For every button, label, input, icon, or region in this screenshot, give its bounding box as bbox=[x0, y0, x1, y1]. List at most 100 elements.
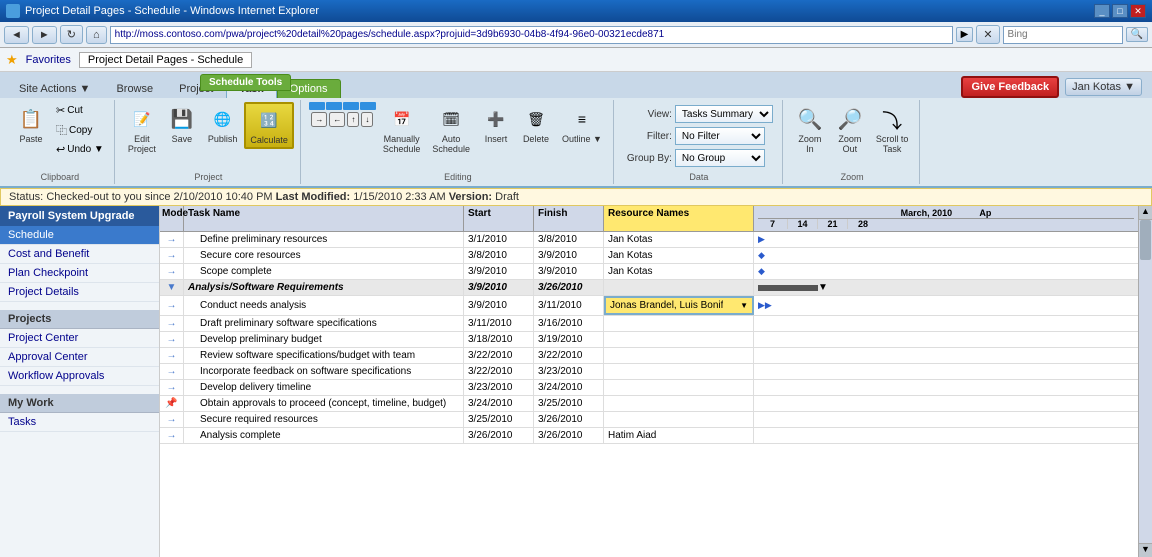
vertical-scrollbar[interactable]: ▲ ▼ bbox=[1138, 206, 1152, 557]
manually-schedule-button[interactable]: 📅 ManuallySchedule bbox=[378, 102, 426, 157]
cell-task-0[interactable]: Define preliminary resources bbox=[184, 232, 464, 247]
insert-button[interactable]: ➕ Insert bbox=[477, 102, 515, 147]
user-menu-button[interactable]: Jan Kotas ▼ bbox=[1065, 78, 1142, 96]
search-go-button[interactable]: 🔍 bbox=[1126, 27, 1148, 42]
scroll-to-task-icon: ⤵ bbox=[878, 105, 906, 133]
cell-finish-7: 3/22/2010 bbox=[534, 348, 604, 363]
sidebar-item-project-center[interactable]: Project Center bbox=[0, 329, 159, 348]
paste-button[interactable]: 📋 Paste bbox=[12, 102, 50, 147]
scroll-to-task-button[interactable]: ⤵ Scroll toTask bbox=[871, 102, 914, 157]
stop-button[interactable]: ✕ bbox=[976, 25, 999, 44]
back-button[interactable]: ◄ bbox=[4, 26, 29, 44]
cell-mode-5: → bbox=[160, 316, 184, 331]
cell-finish-5: 3/16/2010 bbox=[534, 316, 604, 331]
cell-task-9[interactable]: Develop delivery timeline bbox=[184, 380, 464, 395]
cell-task-5[interactable]: Draft preliminary software specification… bbox=[184, 316, 464, 331]
sidebar-item-tasks[interactable]: Tasks bbox=[0, 413, 159, 432]
cell-mode-0: → bbox=[160, 232, 184, 247]
tab-site-actions[interactable]: Site Actions ▼ bbox=[6, 79, 103, 98]
sidebar-item-approval-center[interactable]: Approval Center bbox=[0, 348, 159, 367]
col-header-resource[interactable]: Resource Names bbox=[604, 206, 754, 231]
clipboard-items: 📋 Paste ✂ Cut ⿻ Copy ↩ Undo ▼ bbox=[12, 102, 108, 170]
cell-task-11[interactable]: Secure required resources bbox=[184, 412, 464, 427]
filter-select[interactable]: No Filter bbox=[675, 127, 765, 145]
close-button[interactable]: ✕ bbox=[1130, 4, 1146, 18]
col-header-task[interactable]: Task Name bbox=[184, 206, 464, 231]
cell-task-12[interactable]: Analysis complete bbox=[184, 428, 464, 443]
move-down-button[interactable]: ↓ bbox=[361, 112, 373, 127]
cell-gantt-3: ▼ bbox=[754, 280, 1152, 295]
scroll-thumb[interactable] bbox=[1140, 220, 1151, 260]
zoom-in-button[interactable]: 🔍 ZoomIn bbox=[791, 102, 829, 157]
paste-icon: 📋 bbox=[17, 105, 45, 133]
cell-task-3[interactable]: Analysis/Software Requirements bbox=[184, 280, 464, 295]
indent-button[interactable]: → bbox=[311, 112, 327, 127]
outdent-button[interactable]: ← bbox=[329, 112, 345, 127]
view-select[interactable]: Tasks Summary bbox=[675, 105, 773, 123]
outline-button[interactable]: ≡ Outline ▼ bbox=[557, 102, 607, 147]
table-row: → Review software specifications/budget … bbox=[160, 348, 1152, 364]
table-row: → Scope complete 3/9/2010 3/9/2010 Jan K… bbox=[160, 264, 1152, 280]
tab-item[interactable]: Project Detail Pages - Schedule bbox=[79, 52, 252, 68]
table-row: → Draft preliminary software specificati… bbox=[160, 316, 1152, 332]
sidebar-item-schedule[interactable]: Schedule bbox=[0, 226, 159, 245]
clipboard-col: ✂ Cut ⿻ Copy ↩ Undo ▼ bbox=[52, 102, 108, 158]
save-button[interactable]: 💾 Save bbox=[163, 102, 201, 147]
refresh-button[interactable]: ↻ bbox=[60, 25, 83, 44]
calculate-button[interactable]: 🔢 Calculate bbox=[244, 102, 294, 149]
table-row: 📌 Obtain approvals to proceed (concept, … bbox=[160, 396, 1152, 412]
address-input[interactable] bbox=[110, 26, 953, 44]
auto-schedule-button[interactable]: 🗓 AutoSchedule bbox=[427, 102, 475, 157]
cell-mode-4: → bbox=[160, 296, 184, 315]
cell-task-10[interactable]: Obtain approvals to proceed (concept, ti… bbox=[184, 396, 464, 411]
sidebar-item-workflow-approvals[interactable]: Workflow Approvals bbox=[0, 367, 159, 386]
zoom-out-button[interactable]: 🔎 ZoomOut bbox=[831, 102, 869, 157]
cell-task-6[interactable]: Develop preliminary budget bbox=[184, 332, 464, 347]
maximize-button[interactable]: □ bbox=[1112, 4, 1128, 18]
filter-row: Filter: No Filter bbox=[622, 126, 776, 146]
save-icon: 💾 bbox=[168, 105, 196, 133]
col-header-start[interactable]: Start bbox=[464, 206, 534, 231]
give-feedback-button[interactable]: Give Feedback bbox=[961, 76, 1059, 98]
sidebar-item-project-details[interactable]: Project Details bbox=[0, 283, 159, 302]
forward-button[interactable]: ► bbox=[32, 26, 57, 44]
cell-resource-9 bbox=[604, 380, 754, 395]
scroll-down-button[interactable]: ▼ bbox=[1139, 543, 1152, 557]
cell-start-8: 3/22/2010 bbox=[464, 364, 534, 379]
sidebar-item-plan-checkpoint[interactable]: Plan Checkpoint bbox=[0, 264, 159, 283]
copy-button[interactable]: ⿻ Copy bbox=[52, 120, 108, 140]
cell-resource-10 bbox=[604, 396, 754, 411]
cell-task-2[interactable]: Scope complete bbox=[184, 264, 464, 279]
search-input[interactable] bbox=[1003, 26, 1123, 44]
tab-browse[interactable]: Browse bbox=[103, 79, 166, 98]
cell-task-7[interactable]: Review software specifications/budget wi… bbox=[184, 348, 464, 363]
cell-finish-10: 3/25/2010 bbox=[534, 396, 604, 411]
scroll-up-button[interactable]: ▲ bbox=[1139, 206, 1152, 220]
resource-dropdown-trigger[interactable]: ▼ bbox=[740, 301, 748, 310]
go-button[interactable]: ▶ bbox=[956, 27, 974, 42]
delete-button[interactable]: 🗑 Delete bbox=[517, 102, 555, 147]
zoom-in-icon: 🔍 bbox=[796, 105, 824, 133]
cell-task-8[interactable]: Incorporate feedback on software specifi… bbox=[184, 364, 464, 379]
cell-resource-8 bbox=[604, 364, 754, 379]
home-button[interactable]: ⌂ bbox=[86, 26, 107, 44]
cell-resource-4[interactable]: Jonas Brandel, Luis Bonif ▼ bbox=[604, 296, 754, 315]
undo-button[interactable]: ↩ Undo ▼ bbox=[52, 141, 108, 158]
sidebar-item-cost-benefit[interactable]: Cost and Benefit bbox=[0, 245, 159, 264]
cut-button[interactable]: ✂ Cut bbox=[52, 102, 108, 119]
schedule-tools-tab[interactable]: Schedule Tools bbox=[200, 74, 291, 91]
cell-gantt-10 bbox=[754, 396, 1152, 411]
cell-start-0: 3/1/2010 bbox=[464, 232, 534, 247]
cell-start-1: 3/8/2010 bbox=[464, 248, 534, 263]
col-header-finish[interactable]: Finish bbox=[534, 206, 604, 231]
cell-task-1[interactable]: Secure core resources bbox=[184, 248, 464, 263]
publish-button[interactable]: 🌐 Publish bbox=[203, 102, 243, 147]
group-by-select[interactable]: No Group bbox=[675, 149, 765, 167]
minimize-button[interactable]: _ bbox=[1094, 4, 1110, 18]
cell-task-4[interactable]: Conduct needs analysis bbox=[184, 296, 464, 315]
col-header-gantt: March, 2010 Ap 7 14 21 28 bbox=[754, 206, 1138, 231]
move-up-button[interactable]: ↑ bbox=[347, 112, 359, 127]
favorites-label[interactable]: Favorites bbox=[26, 54, 71, 66]
cell-start-12: 3/26/2010 bbox=[464, 428, 534, 443]
edit-project-button[interactable]: 📝 EditProject bbox=[123, 102, 161, 157]
